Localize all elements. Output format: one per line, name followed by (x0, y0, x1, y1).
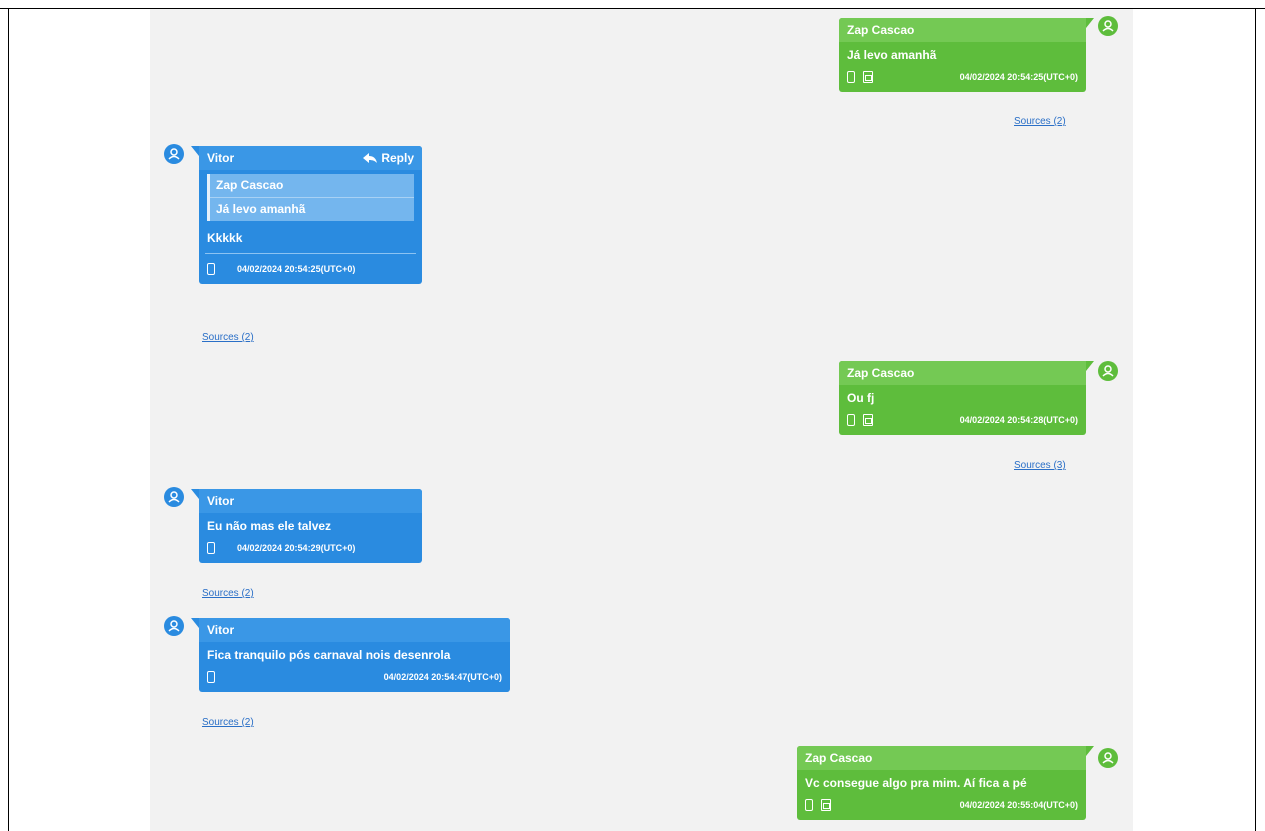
author-name: Vitor (207, 151, 235, 165)
user-circle-icon (1098, 16, 1118, 36)
message-incoming: Vitor Fica tranquilo pós carnaval nois d… (164, 616, 510, 692)
reply-arrow-icon (363, 153, 378, 163)
message-meta: 04/02/2024 20:54:28(UTC+0) (839, 409, 1086, 435)
chat-area[interactable]: Zap Cascao Já levo amanhã 04/02/2024 20:… (150, 9, 1133, 831)
phone-icon (847, 71, 855, 83)
message-meta: 04/02/2024 20:54:25(UTC+0) (839, 66, 1086, 92)
quoted-message[interactable]: Zap Cascao Já levo amanhã (207, 174, 414, 221)
message-header: Vitor (199, 618, 510, 642)
author-name: Vitor (207, 623, 235, 637)
message-header: Zap Cascao (839, 18, 1086, 42)
message-header: Vitor Reply (199, 146, 422, 170)
user-circle-icon (164, 616, 184, 636)
sim-card-icon (863, 71, 873, 83)
message-text: Fica tranquilo pós carnaval nois desenro… (207, 648, 451, 662)
phone-icon (207, 542, 215, 554)
author-name: Zap Cascao (805, 751, 873, 765)
phone-icon (207, 671, 215, 683)
message-bubble: Zap Cascao Vc consegue algo pra mim. Aí … (797, 746, 1094, 820)
timestamp: 04/02/2024 20:54:25(UTC+0) (237, 264, 356, 274)
message-outgoing: Zap Cascao Vc consegue algo pra mim. Aí … (797, 746, 1118, 820)
timestamp: 04/02/2024 20:54:29(UTC+0) (237, 543, 356, 553)
sources-link[interactable]: Sources (2) (202, 588, 254, 599)
message-meta: 04/02/2024 20:55:04(UTC+0) (797, 794, 1086, 820)
sources-link[interactable]: Sources (2) (1014, 116, 1066, 127)
message-bubble: Zap Cascao Ou fj 04/02/2024 20:54:28(UTC… (839, 361, 1094, 435)
message-incoming: Vitor Reply Zap Cascao Já levo amanhã Kk… (164, 144, 422, 284)
message-bubble: Zap Cascao Já levo amanhã 04/02/2024 20:… (839, 18, 1094, 92)
phone-icon (207, 263, 215, 275)
message-meta: 04/02/2024 20:54:47(UTC+0) (199, 666, 510, 692)
phone-icon (805, 799, 813, 811)
author-name: Vitor (207, 494, 235, 508)
frame-right-border (1255, 8, 1256, 831)
user-circle-icon (1098, 748, 1118, 768)
message-text: Kkkkk (207, 231, 243, 245)
message-header: Zap Cascao (797, 746, 1086, 770)
timestamp: 04/02/2024 20:55:04(UTC+0) (959, 800, 1078, 810)
sources-link[interactable]: Sources (2) (202, 332, 254, 343)
phone-icon (847, 414, 855, 426)
author-name: Zap Cascao (847, 366, 915, 380)
timestamp: 04/02/2024 20:54:25(UTC+0) (959, 72, 1078, 82)
timestamp: 04/02/2024 20:54:28(UTC+0) (959, 415, 1078, 425)
user-circle-icon (164, 144, 184, 164)
author-name: Zap Cascao (847, 23, 915, 37)
message-meta: 04/02/2024 20:54:29(UTC+0) (199, 537, 422, 563)
message-incoming: Vitor Eu não mas ele talvez 04/02/2024 2… (164, 487, 422, 563)
user-circle-icon (1098, 361, 1118, 381)
reply-label: Reply (381, 151, 414, 165)
message-bubble: Vitor Fica tranquilo pós carnaval nois d… (191, 618, 510, 692)
message-outgoing: Zap Cascao Ou fj 04/02/2024 20:54:28(UTC… (839, 361, 1118, 435)
sources-link[interactable]: Sources (3) (1014, 460, 1066, 471)
message-outgoing: Zap Cascao Já levo amanhã 04/02/2024 20:… (839, 16, 1118, 92)
sources-link[interactable]: Sources (2) (202, 717, 254, 728)
message-text: Vc consegue algo pra mim. Aí fica a pé (805, 776, 1027, 790)
message-bubble: Vitor Reply Zap Cascao Já levo amanhã Kk… (191, 146, 422, 284)
message-text: Ou fj (847, 391, 875, 405)
message-meta: 04/02/2024 20:54:25(UTC+0) (205, 253, 416, 284)
reply-button[interactable]: Reply (363, 151, 414, 165)
message-bubble: Vitor Eu não mas ele talvez 04/02/2024 2… (191, 489, 422, 563)
timestamp: 04/02/2024 20:54:47(UTC+0) (383, 672, 502, 682)
sim-card-icon (863, 414, 873, 426)
message-text: Já levo amanhã (847, 48, 937, 62)
sim-card-icon (821, 799, 831, 811)
user-circle-icon (164, 487, 184, 507)
frame-left-border (8, 8, 9, 831)
message-header: Vitor (199, 489, 422, 513)
quoted-text: Já levo amanhã (216, 202, 306, 216)
quoted-author: Zap Cascao (210, 174, 414, 198)
message-header: Zap Cascao (839, 361, 1086, 385)
message-text: Eu não mas ele talvez (207, 519, 332, 533)
